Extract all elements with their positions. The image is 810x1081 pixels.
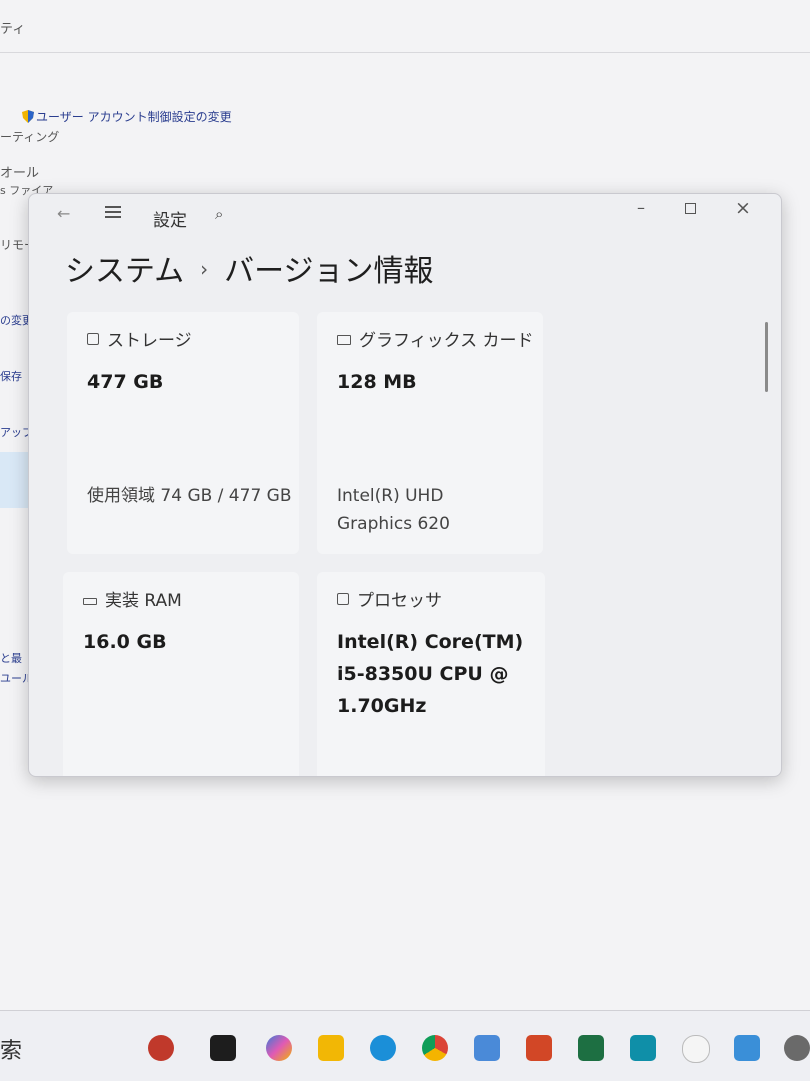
background-item: ーティング: [0, 130, 60, 144]
cpu-icon: [337, 593, 349, 605]
graphics-heading: グラフィックス カード: [337, 326, 534, 351]
gpu-icon: [337, 335, 351, 345]
excel-icon[interactable]: [578, 1035, 604, 1061]
close-icon[interactable]: ×: [735, 197, 751, 219]
storage-usage: 使用領域 74 GB / 477 GB: [87, 486, 292, 506]
graphics-card[interactable]: グラフィックス カード 128 MB Intel(R) UHD Graphics…: [317, 312, 543, 554]
shield-icon: [22, 110, 34, 123]
ram-heading: 実装 RAM: [83, 586, 182, 611]
background-title-fragment: ティ: [0, 22, 26, 37]
settings-window: ← 設定 ⌕ – × システム › バージョン情報 ストレージ 477 GB 使用領…: [28, 193, 782, 777]
title-bar: ← 設定 ⌕ – ×: [29, 194, 781, 238]
azure-icon[interactable]: [630, 1035, 656, 1061]
ram-icon: [83, 598, 97, 605]
background-item[interactable]: と最: [0, 650, 22, 666]
edge-icon[interactable]: [370, 1035, 396, 1061]
graphics-model: Intel(R) UHD Graphics 620: [337, 486, 450, 534]
processor-card[interactable]: プロセッサ Intel(R) Core(TM) i5-8350U CPU @ 1…: [317, 572, 545, 776]
taskbar-search[interactable]: 索: [0, 1033, 22, 1065]
app-icon[interactable]: [148, 1035, 174, 1061]
graphics-memory-value: 128 MB: [337, 371, 417, 393]
minimize-icon[interactable]: –: [637, 198, 645, 217]
storage-heading: ストレージ: [87, 326, 192, 351]
storage-icon: [87, 333, 99, 345]
back-arrow-icon[interactable]: ←: [57, 204, 70, 223]
hamburger-menu-icon[interactable]: [105, 206, 121, 221]
window-title: 設定: [153, 211, 187, 231]
processor-value: Intel(R) Core(TM) i5-8350U CPU @ 1.70GHz: [337, 631, 524, 717]
remote-desktop-icon[interactable]: [734, 1035, 760, 1061]
background-item[interactable]: 保存: [0, 368, 22, 384]
breadcrumb-current: バージョン情報: [224, 254, 434, 289]
breadcrumb: システム › バージョン情報: [65, 246, 434, 290]
taskbar: 索: [0, 1010, 810, 1081]
ram-card[interactable]: 実装 RAM 16.0 GB: [63, 572, 299, 776]
powerpoint-icon[interactable]: [526, 1035, 552, 1061]
search-icon[interactable]: ⌕: [215, 205, 223, 223]
divider: [0, 52, 810, 53]
storage-value: 477 GB: [87, 371, 164, 393]
chrome-icon[interactable]: [422, 1035, 448, 1061]
uac-settings-link[interactable]: ユーザー アカウント制御設定の変更: [22, 108, 232, 125]
processor-heading: プロセッサ: [337, 586, 442, 611]
maximize-icon[interactable]: [685, 203, 696, 214]
terminal-icon[interactable]: [210, 1035, 236, 1061]
file-explorer-icon[interactable]: [318, 1035, 344, 1061]
photo-editor-icon[interactable]: [474, 1035, 500, 1061]
breadcrumb-parent[interactable]: システム: [65, 254, 184, 289]
itunes-icon[interactable]: [682, 1035, 710, 1063]
background-item: オール: [0, 166, 40, 181]
storage-card[interactable]: ストレージ 477 GB 使用領域 74 GB / 477 GB: [67, 312, 299, 554]
uac-settings-label: ユーザー アカウント制御設定の変更: [36, 110, 232, 124]
breadcrumb-separator: ›: [200, 257, 209, 281]
settings-icon[interactable]: [784, 1035, 810, 1061]
scrollbar[interactable]: [765, 322, 768, 392]
ram-value: 16.0 GB: [83, 631, 167, 653]
copilot-icon[interactable]: [266, 1035, 292, 1061]
